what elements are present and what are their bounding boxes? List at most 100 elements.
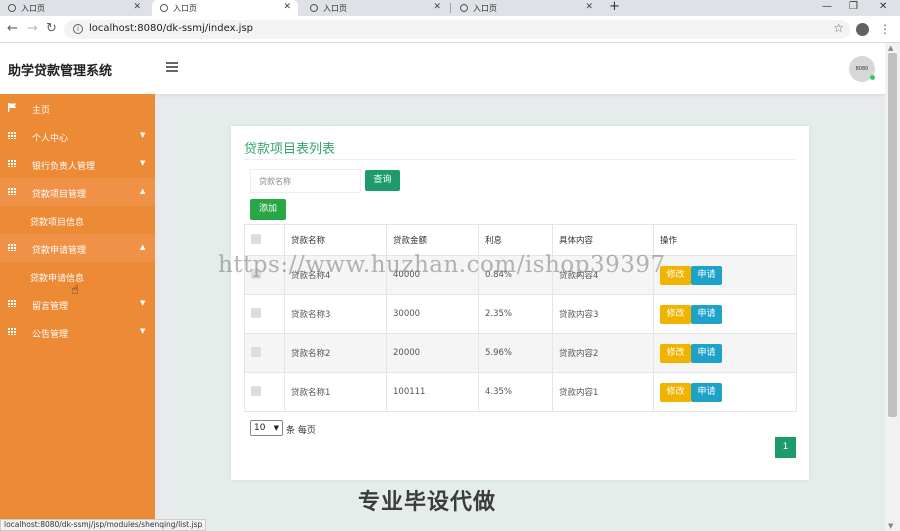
info-icon[interactable]: i bbox=[73, 24, 83, 34]
vertical-scrollbar[interactable]: ▲ ▼ bbox=[885, 43, 900, 531]
restore-icon[interactable]: ❐ bbox=[849, 0, 858, 14]
add-button[interactable]: 添加 bbox=[250, 199, 286, 220]
close-icon[interactable]: ✕ bbox=[133, 2, 141, 12]
cell-name: 贷款名称1 bbox=[284, 372, 387, 412]
address-bar: ← → ↻ i localhost:8080/dk-ssmj/index.jsp… bbox=[0, 16, 900, 43]
select-all-checkbox[interactable] bbox=[251, 233, 261, 244]
url-field[interactable]: i localhost:8080/dk-ssmj/index.jsp ☆ bbox=[64, 20, 850, 39]
apply-button[interactable]: 申请 bbox=[691, 265, 722, 285]
grid-icon bbox=[8, 300, 16, 307]
column-header: 操作 bbox=[653, 224, 797, 256]
page-size-label: 条 每页 bbox=[286, 426, 316, 436]
online-status-dot bbox=[870, 75, 875, 80]
caret-down-icon: ▼ bbox=[140, 299, 146, 307]
list-card: 贷款项目表列表 贷款名称 查询 添加 贷款名称 贷款金额 利息 具体内容 操作 … bbox=[231, 126, 809, 480]
sidebar-item-loan-application[interactable]: 贷款申请管理 ▲ bbox=[0, 234, 155, 262]
row-select-cell bbox=[244, 294, 285, 334]
browser-tab[interactable]: 入口页 ✕ bbox=[452, 0, 600, 16]
scroll-down-icon[interactable]: ▼ bbox=[888, 522, 893, 530]
close-icon[interactable]: ✕ bbox=[283, 2, 291, 12]
row-select-cell bbox=[244, 372, 285, 412]
account-icon[interactable] bbox=[856, 23, 869, 36]
close-icon[interactable]: ✕ bbox=[433, 2, 441, 12]
grid-icon bbox=[8, 188, 16, 195]
table-row: 贷款名称3 30000 2.35% 贷款内容3 修改 申请 bbox=[244, 294, 797, 334]
column-header: 利息 bbox=[478, 224, 553, 256]
sidebar-item-notice[interactable]: 公告管理 ▼ bbox=[0, 318, 155, 346]
menu-icon[interactable]: ⋮ bbox=[879, 21, 891, 37]
cell-amount: 20000 bbox=[386, 333, 479, 373]
apply-button[interactable]: 申请 bbox=[691, 304, 722, 324]
edit-button[interactable]: 修改 bbox=[660, 343, 691, 363]
cell-actions: 修改 申请 bbox=[653, 255, 797, 295]
caret-down-icon: ▼ bbox=[140, 327, 146, 335]
cell-actions: 修改 申请 bbox=[653, 333, 797, 373]
caret-down-icon: ▼ bbox=[140, 159, 146, 167]
apply-button[interactable]: 申请 bbox=[691, 382, 722, 402]
grid-icon bbox=[8, 244, 16, 251]
caret-up-icon: ▲ bbox=[140, 243, 146, 251]
row-checkbox[interactable] bbox=[251, 307, 261, 318]
back-icon[interactable]: ← bbox=[7, 21, 18, 37]
table-row: 贷款名称1 100111 4.35% 贷款内容1 修改 申请 bbox=[244, 372, 797, 412]
cell-name: 贷款名称2 bbox=[284, 333, 387, 373]
hamburger-icon[interactable] bbox=[166, 62, 178, 72]
browser-tab[interactable]: 入口页 ✕ bbox=[302, 0, 448, 16]
url-text[interactable]: localhost:8080/dk-ssmj/index.jsp bbox=[89, 23, 253, 34]
grid-icon bbox=[8, 160, 16, 167]
cell-content: 贷款内容2 bbox=[552, 333, 654, 373]
watermark-text: https://www.huzhan.com/ishop39397 bbox=[218, 252, 666, 278]
cell-actions: 修改 申请 bbox=[653, 294, 797, 334]
star-icon[interactable]: ☆ bbox=[833, 21, 844, 35]
minimize-icon[interactable]: — bbox=[822, 0, 832, 14]
app-title: 助学贷款管理系统 bbox=[8, 64, 113, 79]
edit-button[interactable]: 修改 bbox=[660, 382, 691, 402]
globe-icon bbox=[8, 4, 16, 12]
sidebar-item-personal-center[interactable]: 个人中心 ▼ bbox=[0, 122, 155, 150]
sidebar: 主页 个人中心 ▼ 银行负责人管理 ▼ 贷款项目管理 ▲ 贷款项目信息 贷款申请… bbox=[0, 94, 155, 531]
row-checkbox[interactable] bbox=[251, 385, 261, 396]
app-header: 助学贷款管理系统 8080 bbox=[0, 43, 885, 94]
cell-content: 贷款内容1 bbox=[552, 372, 654, 412]
select-all-cell bbox=[244, 224, 285, 256]
caret-down-icon: ▼ bbox=[140, 131, 146, 139]
divider bbox=[244, 159, 797, 160]
row-checkbox[interactable] bbox=[251, 346, 261, 357]
new-tab-icon[interactable]: + bbox=[609, 0, 620, 14]
sidebar-item-home[interactable]: 主页 bbox=[0, 94, 155, 122]
window-close-icon[interactable]: ✕ bbox=[879, 0, 887, 14]
pagination-page-button[interactable]: 1 bbox=[775, 437, 796, 458]
column-header: 具体内容 bbox=[552, 224, 654, 256]
cell-amount: 100111 bbox=[386, 372, 479, 412]
caret-up-icon: ▲ bbox=[140, 187, 146, 195]
flag-icon bbox=[8, 103, 17, 112]
page-title: 贷款项目表列表 bbox=[244, 142, 336, 157]
close-icon[interactable]: ✕ bbox=[585, 2, 593, 12]
scrollbar-thumb[interactable] bbox=[888, 53, 897, 417]
cell-content: 贷款内容3 bbox=[552, 294, 654, 334]
browser-tab-active[interactable]: 入口页 ✕ bbox=[152, 0, 298, 16]
table-row: 贷款名称2 20000 5.96% 贷款内容2 修改 申请 bbox=[244, 333, 797, 373]
sidebar-item-loan-project[interactable]: 贷款项目管理 ▲ bbox=[0, 178, 155, 206]
hand-cursor-icon: ☝ bbox=[71, 283, 79, 298]
browser-tab[interactable]: 入口页 ✕ bbox=[0, 0, 148, 16]
scroll-up-icon[interactable]: ▲ bbox=[888, 44, 893, 52]
row-select-cell bbox=[244, 333, 285, 373]
cell-actions: 修改 申请 bbox=[653, 372, 797, 412]
sidebar-subitem-loan-project-info[interactable]: 贷款项目信息 bbox=[0, 206, 155, 234]
search-button[interactable]: 查询 bbox=[365, 170, 400, 191]
sidebar-item-bank-manager[interactable]: 银行负责人管理 ▼ bbox=[0, 150, 155, 178]
browser-tab-bar: 入口页 ✕ 入口页 ✕ 入口页 ✕ 入口页 ✕ + — ❐ ✕ bbox=[0, 0, 900, 16]
cell-name: 贷款名称3 bbox=[284, 294, 387, 334]
globe-icon bbox=[460, 4, 468, 12]
apply-button[interactable]: 申请 bbox=[691, 343, 722, 363]
tab-divider bbox=[450, 3, 451, 13]
page-size-select[interactable]: 10 ▼ bbox=[250, 420, 283, 436]
forward-icon[interactable]: → bbox=[27, 21, 38, 37]
cell-amount: 30000 bbox=[386, 294, 479, 334]
banner-text: 专业毕设代做 bbox=[358, 490, 497, 515]
cell-interest: 5.96% bbox=[478, 333, 553, 373]
edit-button[interactable]: 修改 bbox=[660, 304, 691, 324]
search-input[interactable]: 贷款名称 bbox=[250, 169, 361, 193]
reload-icon[interactable]: ↻ bbox=[46, 21, 57, 37]
